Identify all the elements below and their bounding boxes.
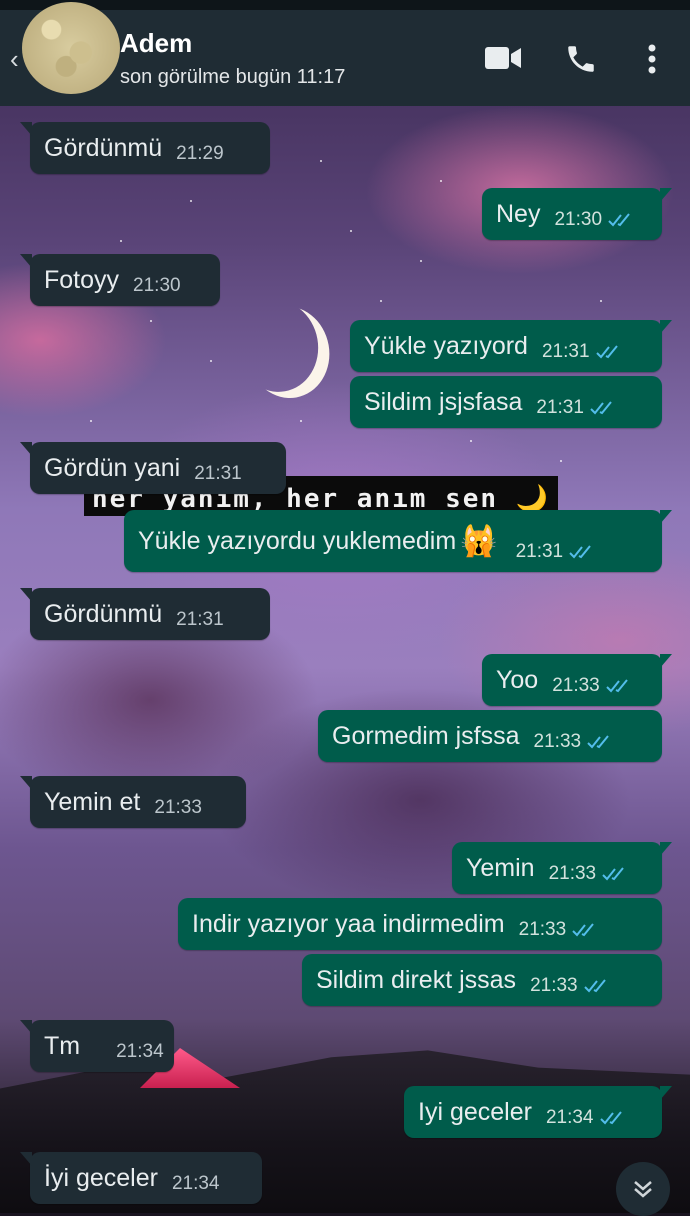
message-time: 21:33 <box>518 919 567 940</box>
message-incoming[interactable]: Gördünmü 21:29 <box>20 122 270 174</box>
read-receipt-icon <box>606 679 628 693</box>
message-time: 21:30 <box>554 209 603 230</box>
read-receipt-icon <box>572 923 594 937</box>
message-text: Indir yazıyor yaa indirmedim <box>192 909 505 938</box>
message-outgoing[interactable]: Sildim direkt jssas 21:33 <box>302 954 662 1006</box>
message-outgoing[interactable]: Yoo 21:33 <box>482 654 672 706</box>
message-time: 21:31 <box>515 541 564 562</box>
chat-header: ‹ Adem son görülme bugün 11:17 <box>0 0 690 106</box>
message-outgoing[interactable]: Ney 21:30 <box>482 188 672 240</box>
message-time: 21:31 <box>541 341 590 362</box>
back-arrow-icon[interactable]: ‹ <box>10 44 19 75</box>
message-incoming[interactable]: Tm 21:34 <box>20 1020 174 1072</box>
message-time: 21:33 <box>548 863 597 884</box>
message-time: 21:34 <box>116 1041 164 1062</box>
video-call-icon[interactable] <box>484 44 522 72</box>
message-outgoing[interactable]: Iyi geceler 21:34 <box>404 1086 672 1138</box>
scream-cat-emoji: 🙀 <box>460 524 498 558</box>
message-time: 21:29 <box>176 143 224 164</box>
message-text: Yükle yazıyord <box>364 331 528 360</box>
status-bar <box>0 0 690 10</box>
read-receipt-icon <box>608 213 630 227</box>
message-outgoing[interactable]: Yükle yazıyordu yuklemedim 🙀 21:31 <box>124 510 672 572</box>
message-text: Yoo <box>496 665 539 694</box>
message-time: 21:31 <box>536 397 584 418</box>
message-text: Yemin <box>466 853 535 882</box>
message-time: 21:33 <box>533 731 582 752</box>
message-incoming[interactable]: Fotoyy 21:30 <box>20 254 220 306</box>
message-incoming[interactable]: İyi geceler 21:34 <box>20 1152 262 1204</box>
message-text: İyi geceler <box>44 1163 158 1192</box>
read-receipt-icon <box>583 979 606 993</box>
scroll-to-bottom-button[interactable] <box>616 1162 670 1216</box>
message-outgoing[interactable]: Yemin 21:33 <box>452 842 672 894</box>
message-outgoing[interactable]: Sildim jsjsfasa 21:31 <box>350 376 662 428</box>
message-outgoing[interactable]: Indir yazıyor yaa indirmedim 21:33 <box>178 898 662 950</box>
message-outgoing[interactable]: Gormedim jsfssa 21:33 <box>318 710 662 762</box>
message-outgoing[interactable]: Yükle yazıyord 21:31 <box>350 320 672 372</box>
read-receipt-icon <box>599 1111 622 1125</box>
message-time: 21:30 <box>133 275 181 296</box>
message-time: 21:34 <box>545 1107 594 1128</box>
crescent-moon <box>229 294 326 399</box>
message-time: 21:31 <box>176 609 224 630</box>
read-receipt-icon <box>569 545 591 559</box>
message-incoming[interactable]: Gördünmü 21:31 <box>20 588 270 640</box>
read-receipt-icon <box>587 735 609 749</box>
last-seen-status: son görülme bugün 11:17 <box>120 66 346 88</box>
message-text: Yükle yazıyordu yuklemedim <box>138 526 457 555</box>
message-time: 21:31 <box>194 463 242 484</box>
message-text: Iyi geceler <box>418 1097 532 1126</box>
read-receipt-icon <box>595 345 618 359</box>
message-text: Ney <box>496 199 541 228</box>
message-incoming[interactable]: Yemin et 21:33 <box>20 776 246 828</box>
message-time: 21:33 <box>154 797 202 818</box>
message-text: Tm <box>44 1031 81 1060</box>
contact-name[interactable]: Adem <box>120 28 192 59</box>
message-text: Gördünmü <box>44 599 163 628</box>
message-time: 21:33 <box>552 675 600 696</box>
message-text: Sildim jsjsfasa <box>364 387 523 416</box>
message-time: 21:34 <box>171 1173 220 1194</box>
more-options-icon[interactable] <box>642 42 662 76</box>
message-text: Gormedim jsfssa <box>332 721 520 750</box>
double-chevron-down-icon <box>634 1181 652 1198</box>
message-text: Fotoyy <box>44 265 120 294</box>
message-text: Gördünmü <box>44 133 163 162</box>
read-receipt-icon <box>590 401 612 415</box>
message-text: Gördün yani <box>44 453 181 482</box>
avatar[interactable] <box>22 2 120 94</box>
message-incoming[interactable]: Gördün yani 21:31 <box>20 442 286 494</box>
message-text: Yemin et <box>44 787 141 816</box>
message-text: Sildim direkt jssas <box>316 965 517 994</box>
read-receipt-icon <box>602 867 624 881</box>
phone-icon[interactable] <box>564 42 598 76</box>
message-time: 21:33 <box>530 975 578 996</box>
